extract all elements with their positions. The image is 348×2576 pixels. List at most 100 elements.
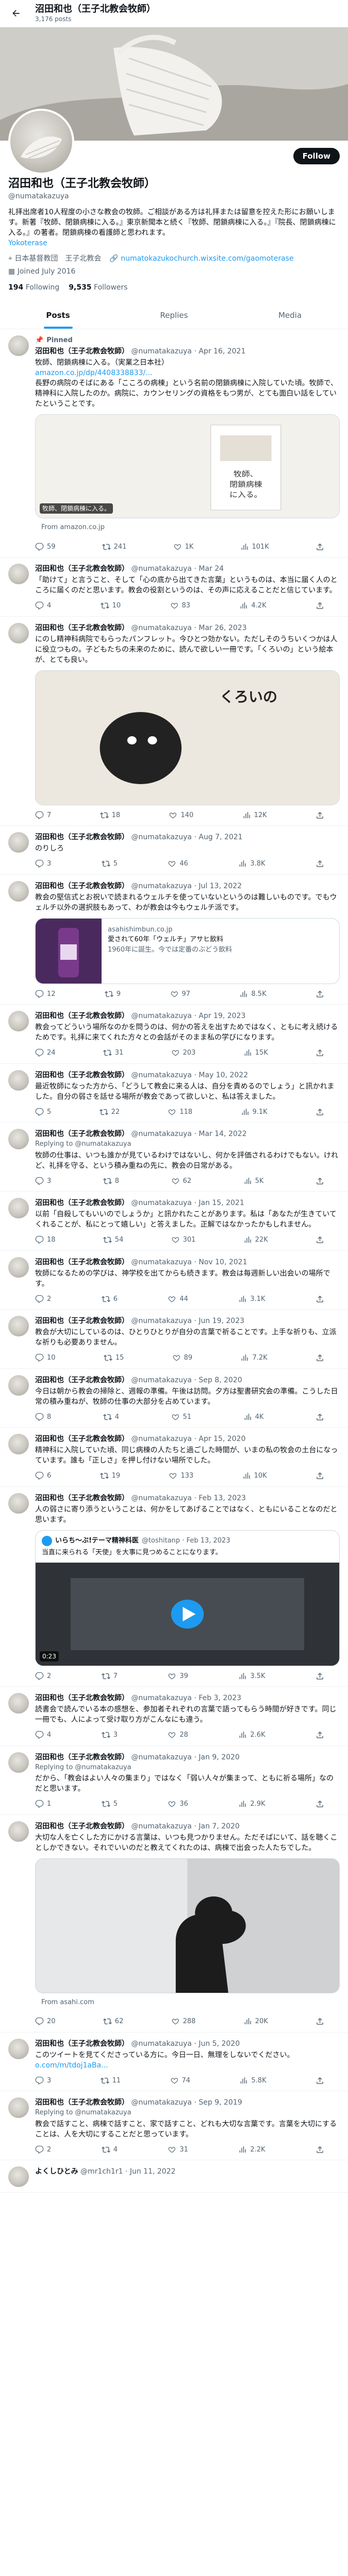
reply-button[interactable]: 59: [35, 542, 56, 552]
tab-media[interactable]: Media: [232, 301, 348, 329]
like-button[interactable]: 118: [168, 1107, 192, 1117]
tweet-author-name[interactable]: 沼田和也（王子北教会牧師）: [35, 347, 129, 355]
share-button[interactable]: [316, 2016, 324, 2027]
like-button[interactable]: 28: [168, 1730, 188, 1740]
share-button[interactable]: [316, 1671, 324, 1682]
views-button[interactable]: 7.2K: [240, 1353, 268, 1363]
like-button[interactable]: 31: [168, 2145, 188, 2155]
views-button[interactable]: 3.5K: [238, 1671, 266, 1682]
reply-button[interactable]: 6: [35, 1471, 51, 1481]
reply-button[interactable]: 4: [35, 1730, 51, 1740]
repost-button[interactable]: 4: [101, 2145, 118, 2155]
share-button[interactable]: [316, 810, 324, 821]
like-button[interactable]: 1K: [173, 542, 193, 552]
share-button[interactable]: [316, 542, 324, 552]
tweet-author-name[interactable]: 沼田和也（王子北教会牧師）: [35, 1753, 129, 1761]
website-text[interactable]: numatokazukochurch.wixsite.com/gaomotera…: [121, 255, 293, 263]
tweet-avatar[interactable]: [8, 1375, 29, 1396]
views-button[interactable]: 4.2K: [239, 601, 267, 611]
reply-button[interactable]: 2: [35, 1294, 51, 1304]
repost-button[interactable]: 31: [103, 1048, 123, 1058]
reply-button[interactable]: 4: [35, 601, 51, 611]
like-button[interactable]: 44: [168, 1294, 188, 1304]
reply-button[interactable]: 3: [35, 1176, 51, 1187]
tweet-avatar[interactable]: [8, 832, 29, 853]
quote-video[interactable]: 0:23: [36, 1562, 339, 1666]
reply-button[interactable]: 1: [35, 1799, 51, 1809]
tab-posts[interactable]: Posts: [0, 301, 116, 329]
tweet-author-name[interactable]: 沼田和也（王子北教会牧師）: [35, 1435, 129, 1443]
tweet-author-name[interactable]: 沼田和也（王子北教会牧師）: [35, 1130, 129, 1138]
tweet[interactable]: 沼田和也（王子北教会牧師） @numatakazuya · Feb 3, 202…: [0, 1687, 348, 1746]
tweet-avatar[interactable]: [8, 1129, 29, 1149]
quoted-tweet[interactable]: いらち〜ぶ!テーマ精神科医 @toshitanp · Feb 13, 2023 当直…: [35, 1530, 340, 1666]
share-button[interactable]: [316, 601, 324, 611]
tweet-avatar[interactable]: [8, 1752, 29, 1773]
tweet[interactable]: 沼田和也（王子北教会牧師） @numatakazuya · Feb 13, 20…: [0, 1487, 348, 1687]
tweet-avatar[interactable]: [8, 1316, 29, 1336]
repost-button[interactable]: 15: [103, 1353, 124, 1363]
tweet-avatar[interactable]: [8, 1493, 29, 1514]
views-button[interactable]: 2.9K: [238, 1799, 266, 1809]
like-button[interactable]: 74: [170, 2076, 190, 2086]
repost-button[interactable]: 6: [101, 1294, 118, 1304]
link-card[interactable]: 牧師、 閉鎖病棟 に入る。 牧師、閉鎖病棟に入る。: [35, 414, 340, 518]
share-button[interactable]: [316, 1730, 324, 1740]
tweet[interactable]: 沼田和也（王子北教会牧師） @numatakazuya · Sep 8, 202…: [0, 1369, 348, 1428]
like-button[interactable]: 97: [170, 989, 190, 999]
views-button[interactable]: 4K: [243, 1412, 263, 1422]
tweet[interactable]: 沼田和也（王子北教会牧師） @numatakazuya · Jan 15, 20…: [0, 1192, 348, 1251]
repost-button[interactable]: 9: [104, 989, 121, 999]
tweet-avatar[interactable]: [8, 1011, 29, 1031]
repost-button[interactable]: 62: [103, 2016, 123, 2027]
tweet-author-name[interactable]: 沼田和也（王子北教会牧師）: [35, 1317, 129, 1325]
views-button[interactable]: 2.6K: [238, 1730, 266, 1740]
like-button[interactable]: 89: [172, 1353, 192, 1363]
like-button[interactable]: 51: [171, 1412, 191, 1422]
views-button[interactable]: 5K: [243, 1176, 263, 1187]
share-button[interactable]: [316, 1353, 324, 1363]
like-button[interactable]: 140: [169, 810, 193, 821]
tweet-author-name[interactable]: 沼田和也（王子北教会牧師）: [35, 882, 129, 890]
reply-button[interactable]: 18: [35, 1235, 56, 1245]
share-button[interactable]: [316, 1294, 324, 1304]
views-button[interactable]: 9.1K: [241, 1107, 268, 1117]
followers-link[interactable]: 9,535 Followers: [69, 282, 127, 293]
tweet[interactable]: 沼田和也（王子北教会牧師） @numatakazuya · Jun 19, 20…: [0, 1310, 348, 1369]
repost-button[interactable]: 5: [101, 859, 118, 869]
tweet-author-name[interactable]: 沼田和也（王子北教会牧師）: [35, 1822, 129, 1831]
tweet-author-name[interactable]: 沼田和也（王子北教会牧師）: [35, 1258, 129, 1266]
tweet-author-name[interactable]: 沼田和也（王子北教会牧師）: [35, 833, 129, 841]
like-button[interactable]: 301: [171, 1235, 195, 1245]
tweet-avatar[interactable]: [8, 1070, 29, 1091]
tweet-author-name[interactable]: 沼田和也（王子北教会牧師）: [35, 565, 129, 573]
tweet-avatar[interactable]: [8, 335, 29, 356]
views-button[interactable]: 20K: [243, 2016, 268, 2027]
tweet-avatar[interactable]: [8, 1821, 29, 1842]
share-button[interactable]: [316, 1048, 324, 1058]
views-button[interactable]: 10K: [242, 1471, 267, 1481]
tweet[interactable]: 沼田和也（王子北教会牧師） @numatakazuya · Apr 15, 20…: [0, 1428, 348, 1487]
tweet-author-name[interactable]: 沼田和也（王子北教会牧師）: [35, 1494, 129, 1502]
follow-button[interactable]: Follow: [293, 148, 340, 164]
image-card[interactable]: くろいの: [35, 670, 340, 805]
reply-button[interactable]: 10: [35, 1353, 56, 1363]
reply-button[interactable]: 2: [35, 2145, 51, 2155]
reply-button[interactable]: 20: [35, 2016, 56, 2027]
repost-button[interactable]: 22: [99, 1107, 120, 1117]
like-button[interactable]: 133: [169, 1471, 193, 1481]
views-button[interactable]: 12K: [242, 810, 267, 821]
tweet-author-name[interactable]: 沼田和也（王子北教会牧師）: [35, 2040, 129, 2048]
bio-hashtag[interactable]: Yokoterase: [8, 239, 47, 247]
repost-button[interactable]: 8: [103, 1176, 119, 1187]
share-button[interactable]: [316, 2145, 324, 2155]
tweet-author-name[interactable]: 沼田和也（王子北教会牧師）: [35, 1071, 129, 1079]
repost-button[interactable]: 19: [100, 1471, 120, 1481]
share-button[interactable]: [316, 1235, 324, 1245]
reply-button[interactable]: 3: [35, 859, 51, 869]
tweet-avatar[interactable]: [8, 2038, 29, 2059]
tweet[interactable]: 沼田和也（王子北教会牧師） @numatakazuya · Nov 10, 20…: [0, 1251, 348, 1310]
tweet-author-name[interactable]: 沼田和也（王子北教会牧師）: [35, 1694, 129, 1702]
tweet-avatar[interactable]: [8, 1257, 29, 1278]
tweet[interactable]: 沼田和也（王子北教会牧師） @numatakazuya · May 10, 20…: [0, 1064, 348, 1123]
